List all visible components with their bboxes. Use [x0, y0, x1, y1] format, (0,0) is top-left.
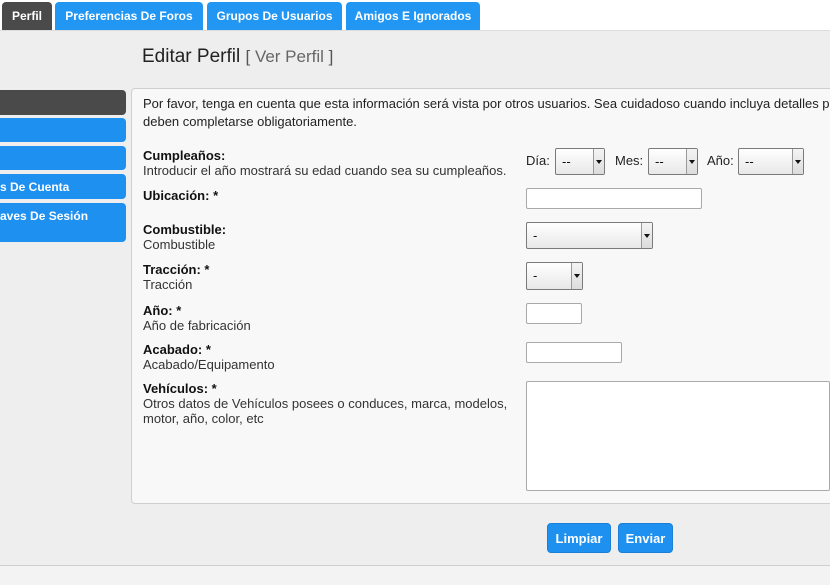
month-select-value: --: [655, 154, 664, 169]
birthday-description: Introducir el año mostrará su edad cuand…: [143, 163, 507, 178]
intro-line-1: Por favor, tenga en cuenta que esta info…: [143, 96, 830, 111]
sidebar-item-account[interactable]: s De Cuenta: [0, 174, 126, 199]
fuel-select[interactable]: -: [526, 222, 653, 249]
sidebar-item-active[interactable]: [0, 90, 126, 115]
year-field-description: Año de fabricación: [143, 318, 251, 333]
sidebar-item-3[interactable]: [0, 146, 126, 170]
chevron-down-icon: [686, 149, 697, 174]
fuel-description: Combustible: [143, 237, 216, 252]
traction-select[interactable]: -: [526, 262, 583, 290]
year-input[interactable]: [526, 303, 582, 324]
year-select-value: --: [745, 154, 754, 169]
footer-strip: [0, 565, 830, 585]
location-input[interactable]: [526, 188, 702, 209]
fuel-label: Combustible:: [143, 222, 227, 237]
traction-select-value: -: [533, 268, 538, 283]
sidebar-item-label: aves De Sesión: [0, 209, 89, 223]
vehicles-textarea[interactable]: [526, 381, 830, 491]
page-title-text: Editar Perfil: [142, 46, 241, 67]
trim-input[interactable]: [526, 342, 622, 363]
page-title: Editar Perfil [ Ver Perfil ]: [142, 46, 334, 67]
chevron-down-icon: [641, 223, 652, 248]
traction-description: Tracción: [143, 277, 193, 292]
chevron-down-icon: [571, 263, 582, 289]
vehicles-description-line-2: motor, año, color, etc: [143, 411, 264, 426]
view-profile-link[interactable]: Ver Perfil: [255, 47, 324, 66]
day-label: Día:: [526, 153, 550, 168]
trim-description: Acabado/Equipamento: [143, 357, 275, 372]
sidebar-item-2[interactable]: [0, 118, 126, 142]
sidebar-item-label: s De Cuenta: [0, 180, 70, 194]
month-select[interactable]: --: [648, 148, 698, 175]
vehicles-description-line-1: Otros datos de Vehículos posees o conduc…: [143, 396, 508, 411]
intro-line-2: deben completarse obligatoriamente.: [143, 114, 357, 129]
fuel-select-value: -: [533, 228, 538, 243]
location-label: Ubicación: *: [143, 188, 219, 203]
vehicles-label: Vehículos: *: [143, 381, 217, 396]
tab-preferencias-de-foros[interactable]: Preferencias De Foros: [55, 2, 203, 30]
top-tab-bar: Perfil Preferencias De Foros Grupos De U…: [0, 0, 830, 30]
chevron-down-icon: [792, 149, 803, 174]
tab-grupos-de-usuarios[interactable]: Grupos De Usuarios: [207, 2, 342, 30]
trim-label: Acabado: *: [143, 342, 211, 357]
tab-perfil[interactable]: Perfil: [2, 2, 52, 30]
reset-button[interactable]: Limpiar: [547, 523, 611, 553]
day-select[interactable]: --: [555, 148, 605, 175]
month-label: Mes:: [615, 153, 644, 168]
traction-label: Tracción: *: [143, 262, 210, 277]
year-label: Año:: [707, 153, 734, 168]
sidebar-item-session-keys[interactable]: aves De Sesión: [0, 203, 126, 242]
chevron-down-icon: [593, 149, 604, 174]
birthday-label: Cumpleaños:: [143, 148, 226, 163]
submit-button[interactable]: Enviar: [618, 523, 673, 553]
tab-amigos-e-ignorados[interactable]: Amigos E Ignorados: [346, 2, 480, 30]
intro-text: Por favor, tenga en cuenta que esta info…: [143, 95, 830, 131]
year-select[interactable]: --: [738, 148, 804, 175]
day-select-value: --: [562, 154, 571, 169]
year-field-label: Año: *: [143, 303, 182, 318]
